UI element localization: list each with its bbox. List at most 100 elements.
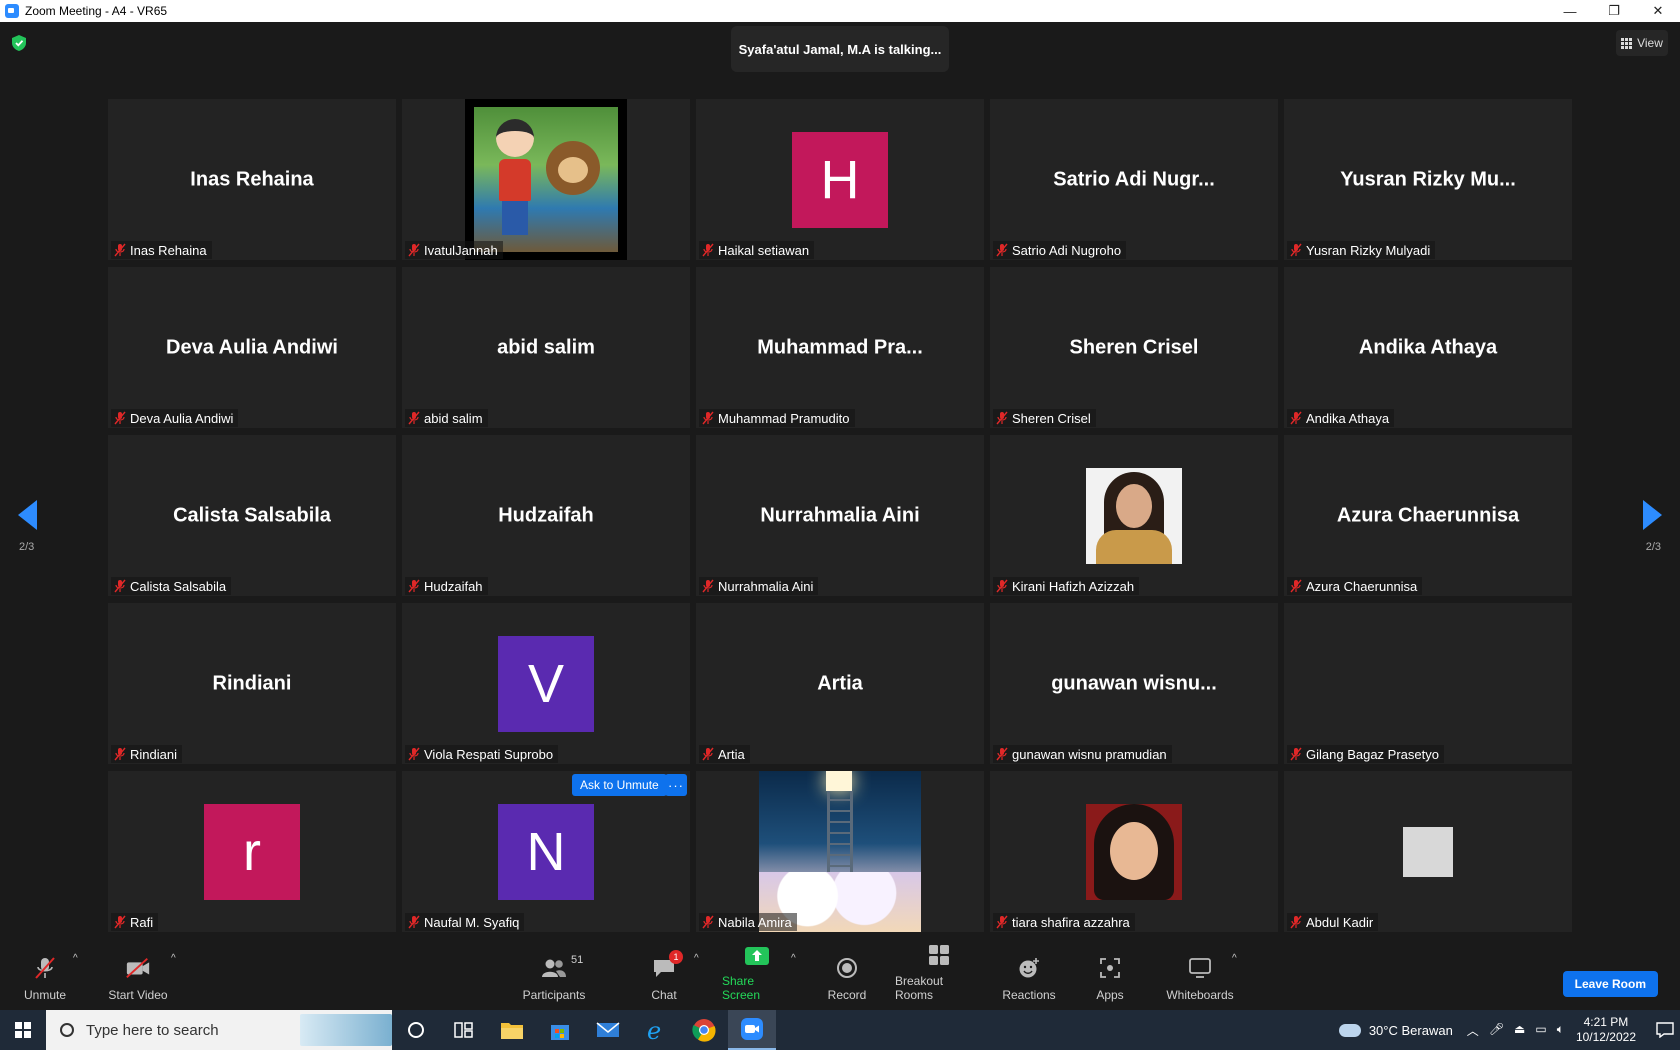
apps-button[interactable]: Apps	[1095, 945, 1125, 1008]
participant-nameplate: Abdul Kadir	[1287, 913, 1379, 931]
view-label: View	[1637, 36, 1663, 50]
participant-tile[interactable]: Artia Artia	[696, 603, 984, 764]
participants-button[interactable]: 51 Participants	[522, 945, 586, 1008]
whiteboard-options-caret-icon[interactable]: ^	[1232, 953, 1237, 964]
reactions-label: Reactions	[1002, 988, 1056, 1002]
next-page-arrow-icon[interactable]	[1643, 500, 1662, 530]
unmute-button[interactable]: Unmute	[22, 945, 68, 1008]
cloud-weather-icon	[1338, 1023, 1361, 1037]
participant-tile[interactable]: Sheren Crisel Sheren Crisel	[990, 267, 1278, 428]
participant-tile[interactable]: V Viola Respati Suprobo	[402, 603, 690, 764]
participant-tile[interactable]: Rindiani Rindiani	[108, 603, 396, 764]
participant-tile[interactable]: Yusran Rizky Mu... Yusran Rizky Mulyadi	[1284, 99, 1572, 260]
restore-button[interactable]: ❐	[1592, 0, 1636, 22]
participant-name-label: Sheren Crisel	[1012, 410, 1091, 426]
minimize-button[interactable]: —	[1548, 0, 1592, 22]
view-button[interactable]: View	[1616, 30, 1668, 56]
participant-tile[interactable]: Nabila Amira	[696, 771, 984, 932]
audio-options-caret-icon[interactable]: ^	[73, 953, 78, 964]
participant-tile[interactable]: Muhammad Pra... Muhammad Pramudito	[696, 267, 984, 428]
participant-tile[interactable]: Gilang Bagaz Prasetyo	[1284, 603, 1572, 764]
mic-muted-icon	[996, 747, 1008, 761]
participant-name-label: abid salim	[424, 410, 483, 426]
participants-label: Participants	[522, 988, 586, 1002]
video-options-caret-icon[interactable]: ^	[171, 953, 176, 964]
participant-tile[interactable]: Deva Aulia Andiwi Deva Aulia Andiwi	[108, 267, 396, 428]
breakout-rooms-button[interactable]: Breakout Rooms	[895, 945, 983, 1008]
task-view-button[interactable]	[440, 1010, 488, 1050]
taskbar-search-box[interactable]: Type here to search	[46, 1010, 392, 1050]
zoom-app-icon	[5, 4, 19, 18]
network-tray-icon[interactable]: ▭	[1535, 1022, 1546, 1039]
participant-name-label: Azura Chaerunnisa	[1306, 578, 1418, 594]
internet-explorer-button[interactable]: e	[632, 1010, 680, 1050]
internet-explorer-icon: e	[647, 1018, 661, 1042]
mic-muted-icon	[114, 915, 126, 929]
whiteboards-button[interactable]: Whiteboards	[1165, 945, 1235, 1008]
participant-tile[interactable]: Andika Athaya Andika Athaya	[1284, 267, 1572, 428]
windows-logo-icon	[15, 1022, 31, 1038]
zoom-taskbar-button[interactable]	[728, 1010, 776, 1050]
mic-muted-icon	[996, 915, 1008, 929]
profile-picture-photo	[1086, 803, 1182, 900]
apps-icon	[1097, 956, 1123, 980]
ask-to-unmute-button[interactable]: Ask to Unmute	[572, 774, 667, 796]
reactions-button[interactable]: Reactions	[1002, 945, 1056, 1008]
start-video-button[interactable]: Start Video	[108, 945, 168, 1008]
participant-display-name: gunawan wisnu...	[1051, 672, 1217, 694]
apps-label: Apps	[1096, 988, 1124, 1002]
more-options-button[interactable]: ···	[665, 774, 687, 796]
participant-tile[interactable]: Hudzaifah Hudzaifah	[402, 435, 690, 596]
chrome-button[interactable]	[680, 1010, 728, 1050]
participant-nameplate: IvatulJannah	[405, 241, 503, 259]
tray-icons: ︿ 🎤︎ ⏏︎ ▭ 🔈︎	[1467, 1022, 1564, 1039]
participant-tile[interactable]: r Rafi	[108, 771, 396, 932]
participant-tile[interactable]: Satrio Adi Nugr... Satrio Adi Nugroho	[990, 99, 1278, 260]
mic-muted-icon	[408, 915, 420, 929]
mail-button[interactable]	[584, 1010, 632, 1050]
share-options-caret-icon[interactable]: ^	[791, 953, 796, 964]
participant-tile[interactable]: Abdul Kadir	[1284, 771, 1572, 932]
participant-name-label: Calista Salsabila	[130, 578, 227, 594]
start-button[interactable]	[0, 1010, 46, 1050]
participant-nameplate: Viola Respati Suprobo	[405, 745, 559, 763]
leave-room-button[interactable]: Leave Room	[1562, 971, 1658, 997]
participant-name-label: Abdul Kadir	[1306, 914, 1374, 930]
cortana-button[interactable]	[392, 1010, 440, 1050]
weather-widget[interactable]: 30°C Berawan	[1338, 1023, 1453, 1038]
participant-display-name: abid salim	[497, 336, 595, 358]
participant-display-name: Rindiani	[212, 672, 292, 694]
participant-tile[interactable]: abid salim abid salim	[402, 267, 690, 428]
participant-name-label: Artia	[718, 746, 745, 762]
participant-tile[interactable]: Calista Salsabila Calista Salsabila	[108, 435, 396, 596]
profile-picture-ladder-clouds	[759, 771, 921, 932]
participant-tile[interactable]: tiara shafira azzahra	[990, 771, 1278, 932]
participant-tile[interactable]: Inas Rehaina Inas Rehaina	[108, 99, 396, 260]
participant-tile[interactable]: H Haikal setiawan	[696, 99, 984, 260]
chat-options-caret-icon[interactable]: ^	[694, 953, 699, 964]
microphone-tray-icon[interactable]: 🎤︎	[1489, 1022, 1504, 1039]
mic-muted-icon	[408, 579, 420, 593]
close-button[interactable]: ✕	[1636, 0, 1680, 22]
participant-tile[interactable]: Kirani Hafizh Azizzah	[990, 435, 1278, 596]
volume-tray-icon[interactable]: 🔈︎	[1557, 1022, 1564, 1039]
previous-page-arrow-icon[interactable]	[18, 500, 37, 530]
file-explorer-button[interactable]	[488, 1010, 536, 1050]
record-button[interactable]: Record	[827, 945, 867, 1008]
show-hidden-icons-chevron-icon[interactable]: ︿	[1467, 1022, 1479, 1039]
participant-tile[interactable]: Azura Chaerunnisa Azura Chaerunnisa	[1284, 435, 1572, 596]
usb-tray-icon[interactable]: ⏏︎	[1514, 1022, 1525, 1039]
participant-name-label: Kirani Hafizh Azizzah	[1012, 578, 1135, 594]
notifications-button[interactable]	[1650, 1010, 1680, 1050]
share-screen-button[interactable]: Share Screen	[722, 945, 792, 1008]
participant-nameplate: Satrio Adi Nugroho	[993, 241, 1127, 259]
chat-button[interactable]: 1 Chat	[649, 945, 683, 1008]
participant-initial-avatar: N	[498, 803, 594, 900]
participant-tile[interactable]: gunawan wisnu... gunawan wisnu pramudian	[990, 603, 1278, 764]
microsoft-store-button[interactable]	[536, 1010, 584, 1050]
participant-tile[interactable]: Nurrahmalia Aini Nurrahmalia Aini	[696, 435, 984, 596]
security-shield-icon[interactable]	[12, 35, 26, 51]
participant-tile[interactable]: IvatulJannah	[402, 99, 690, 260]
gallery-video-grid: Inas Rehaina Inas Rehaina IvatulJannah H Hai…	[108, 99, 1572, 934]
taskbar-clock[interactable]: 4:21 PM 10/12/2022	[1576, 1015, 1636, 1045]
